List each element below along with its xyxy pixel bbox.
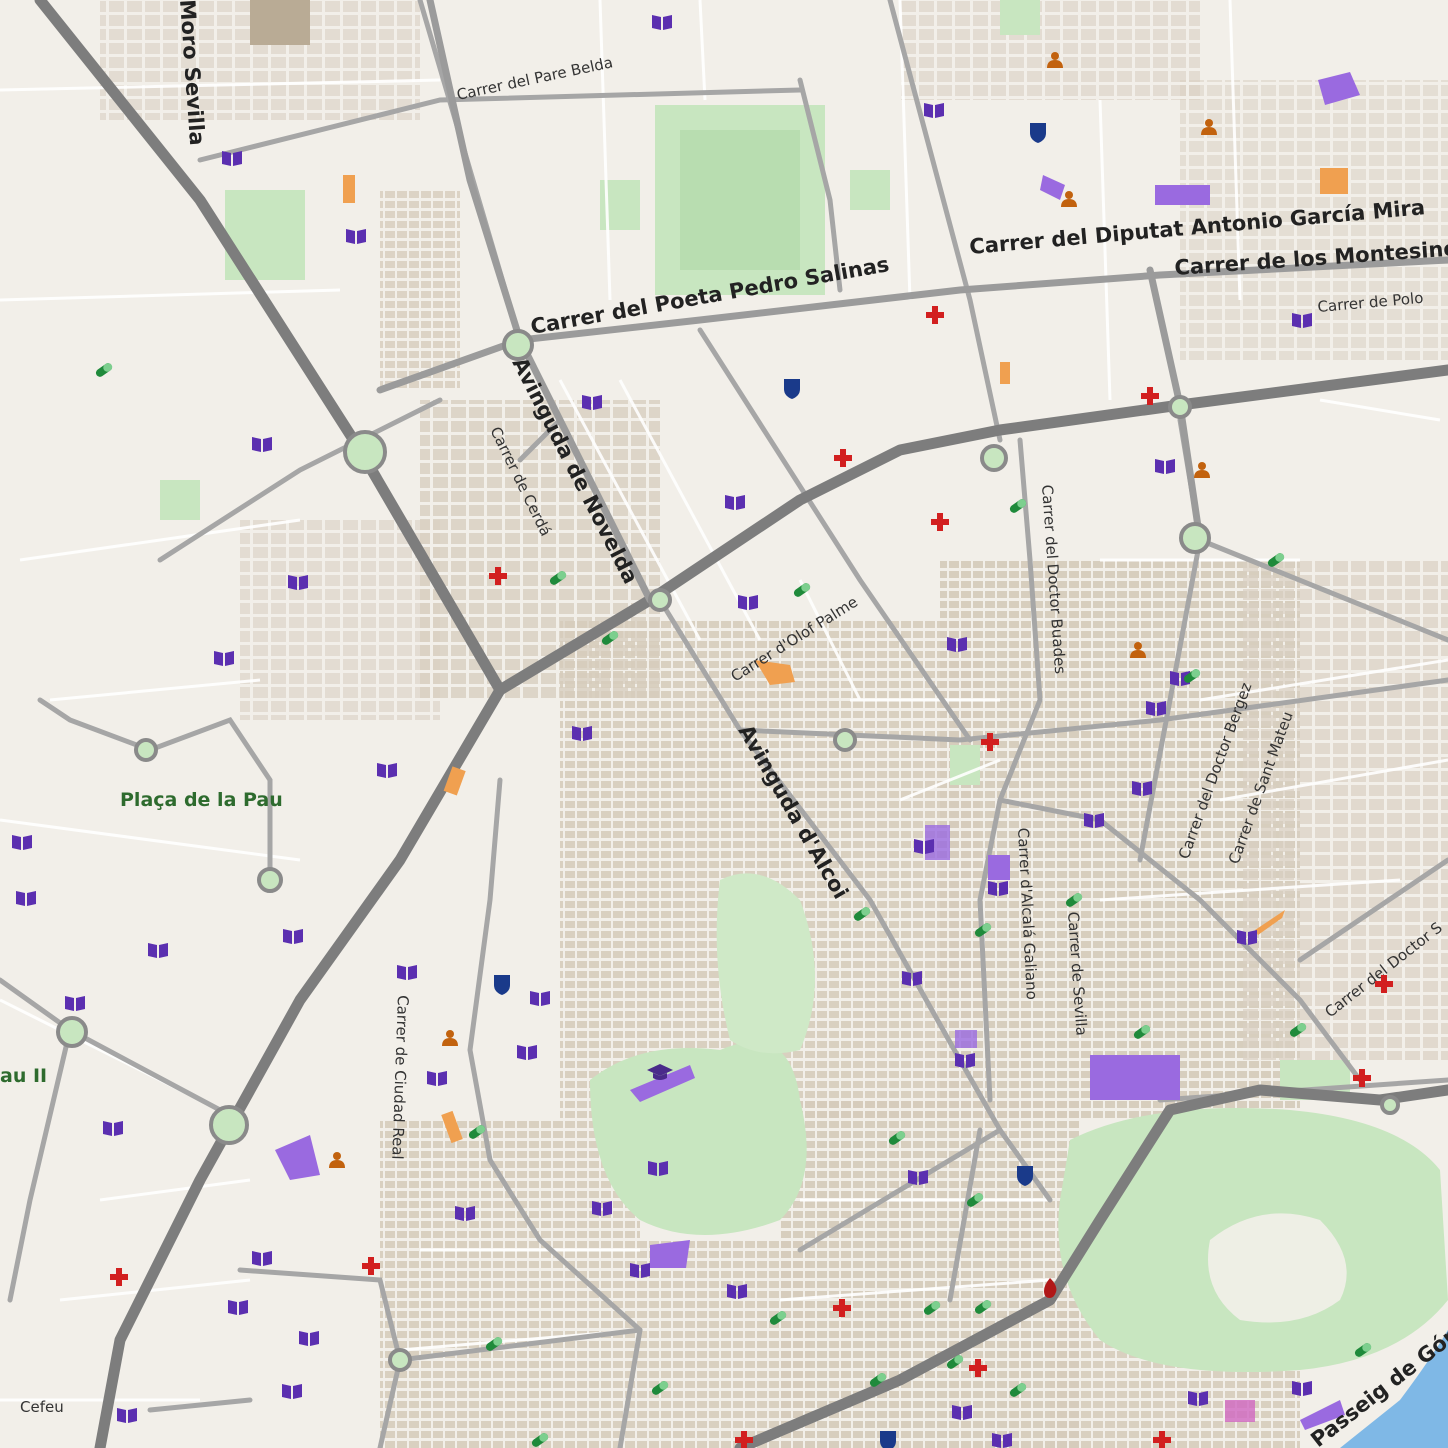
map-canvas[interactable]: Carrer del Pare Belda Moro Sevilla Carre… (0, 0, 1448, 1448)
police-icon[interactable] (880, 1431, 896, 1448)
label-pau-ii: au II (0, 1065, 47, 1087)
label-cefeu: Cefeu (20, 1398, 64, 1416)
label-placa-de-la-pau: Plaça de la Pau (120, 789, 283, 811)
map-svg[interactable]: Carrer del Pare Belda Moro Sevilla Carre… (0, 0, 1448, 1448)
